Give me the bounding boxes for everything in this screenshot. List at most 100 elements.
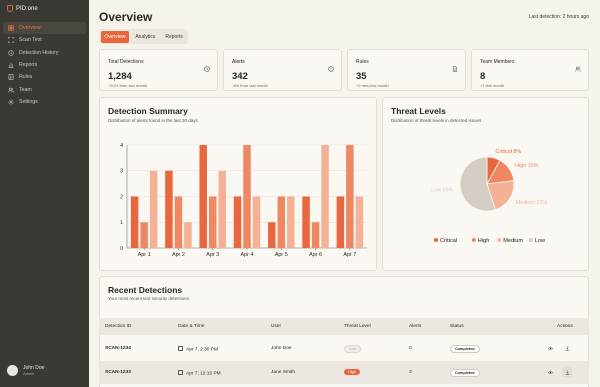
stat-label: Team Members — [480, 59, 515, 65]
column-header-alerts[interactable]: Alerts — [409, 324, 421, 329]
alerts-count: 3 — [409, 370, 412, 375]
bar — [321, 145, 329, 248]
legend-swatch — [471, 238, 476, 242]
legend-label: High — [478, 238, 490, 244]
brand-name: PID:one — [16, 5, 38, 12]
list-icon — [8, 74, 14, 81]
column-header-date-time[interactable]: Date & Time — [178, 324, 204, 329]
bar — [184, 222, 192, 248]
date-time: Apr 7, 2:30 PM — [178, 346, 218, 353]
table-row[interactable]: SCAN-1234 Apr 7, 2:30 PM John Doe Low 0 … — [99, 337, 589, 360]
history-icon — [8, 50, 14, 56]
threat-levels-card: Threat Levels Distribution of threat lev… — [382, 97, 589, 271]
team-icon — [8, 87, 14, 93]
sidebar-item-rules[interactable]: Rules — [3, 71, 86, 83]
legend-label: Medium — [503, 238, 523, 244]
download-icon — [565, 346, 569, 350]
bar-chart-icon — [8, 62, 14, 68]
document-icon — [452, 59, 458, 72]
bar — [233, 196, 242, 248]
gear-icon — [8, 99, 14, 105]
table-header: Detection ID Date & Time User Threat Lev… — [99, 318, 589, 335]
alerts-count: 0 — [409, 346, 412, 351]
bar — [336, 196, 345, 248]
x-tick-label: Apr 1 — [138, 252, 151, 258]
stat-card-total-detections: Total Detections 1,284 +10% from last mo… — [99, 49, 218, 91]
status-badge: Completed — [450, 369, 480, 377]
sidebar-item-scan-text[interactable]: Scan Text — [3, 34, 86, 46]
calendar-icon — [178, 346, 183, 351]
y-tick-label: 1 — [120, 220, 123, 226]
stat-label: Alerts — [232, 59, 245, 65]
bar — [311, 222, 320, 248]
tab-reports[interactable]: Reports — [161, 31, 187, 43]
download-button[interactable] — [562, 367, 572, 377]
main-content: Overview Last detection: 2 hours ago Ove… — [89, 0, 600, 387]
x-tick-label: Apr 4 — [241, 252, 254, 258]
user-role: Admin — [23, 371, 35, 376]
scan-icon — [8, 37, 14, 44]
panel-subtitle: Your most recent text security detection… — [108, 296, 189, 301]
x-tick-label: Apr 3 — [206, 252, 219, 258]
column-header-threat-level[interactable]: Threat Level — [344, 324, 371, 329]
column-header-user[interactable]: User — [271, 324, 281, 329]
pie-slice-label: Critical 8% — [495, 149, 521, 155]
column-header-status[interactable]: Status — [450, 324, 464, 329]
sidebar-item-team[interactable]: Team — [3, 83, 86, 95]
sidebar-item-detection-history[interactable]: Detection History — [3, 47, 86, 59]
bar — [243, 145, 251, 248]
sidebar-item-settings[interactable]: Settings — [3, 96, 86, 108]
detection-id[interactable]: SCAN-1233 — [105, 370, 131, 375]
sidebar-item-label: Scan Text — [19, 37, 42, 44]
panel-title: Recent Detections — [108, 285, 183, 295]
bar — [218, 170, 226, 248]
pie-slice-label: Medium 22% — [516, 200, 548, 206]
sidebar-item-label: Overview — [19, 25, 41, 32]
y-tick-label: 3 — [120, 169, 123, 175]
detection-bar-chart: 0 1 2 3 4 Apr 1 Apr 2 Apr 3 Apr 4 Apr 5 Apr 6 Apr 7 — [120, 143, 367, 258]
date-time-text: Apr 7, 2:30 PM — [186, 347, 218, 353]
table-row[interactable]: SCAN-1233 Apr 7, 12:15 PM Jane Smith Hig… — [99, 361, 589, 384]
bar — [199, 145, 207, 248]
date-time: Apr 7, 12:15 PM — [178, 370, 221, 377]
stat-label: Rules — [356, 59, 369, 65]
tab-overview[interactable]: Overview — [100, 30, 130, 43]
y-tick-label: 2 — [120, 194, 123, 200]
sidebar-item-overview[interactable]: Overview — [3, 22, 86, 35]
sidebar-item-label: Detection History — [19, 49, 59, 56]
download-button[interactable] — [562, 343, 572, 353]
y-tick-label: 4 — [120, 143, 123, 149]
eye-icon — [547, 346, 553, 350]
sidebar-item-label: Rules — [19, 74, 33, 81]
x-tick-label: Apr 2 — [172, 252, 185, 258]
stat-change: -4% from last month — [232, 83, 268, 88]
view-button[interactable] — [545, 343, 555, 353]
view-button[interactable] — [545, 367, 555, 377]
legend-label: Critical — [440, 238, 457, 244]
column-header-actions: Actions — [557, 324, 573, 329]
legend-label: Low — [535, 238, 546, 244]
bar — [302, 196, 310, 248]
stat-card-team-members: Team Members 8 +1 this month — [471, 49, 589, 91]
user-profile[interactable]: John Doe Admin — [7, 365, 44, 376]
detection-summary-card: Detection Summary Distribution of alerts… — [99, 97, 377, 271]
users-icon — [575, 59, 581, 72]
bar — [287, 196, 295, 248]
detection-id[interactable]: SCAN-1234 — [105, 346, 131, 351]
bar — [277, 196, 286, 248]
legend-swatch — [497, 238, 502, 242]
tab-analytics[interactable]: Analytics — [131, 31, 159, 43]
brand[interactable]: PID:one — [7, 5, 38, 12]
bar — [140, 222, 148, 248]
bar — [165, 170, 173, 248]
status-badge: Completed — [450, 345, 480, 353]
legend-swatch — [528, 238, 533, 242]
sidebar-item-reports[interactable]: Reports — [3, 59, 86, 71]
bar — [130, 196, 139, 248]
sidebar-item-label: Settings — [19, 98, 38, 105]
stat-value: 8 — [480, 71, 486, 82]
tab-bar: Overview Analytics Reports — [99, 29, 189, 44]
column-header-detection-id[interactable]: Detection ID — [105, 324, 131, 329]
bar — [346, 145, 354, 248]
download-icon — [565, 370, 569, 374]
